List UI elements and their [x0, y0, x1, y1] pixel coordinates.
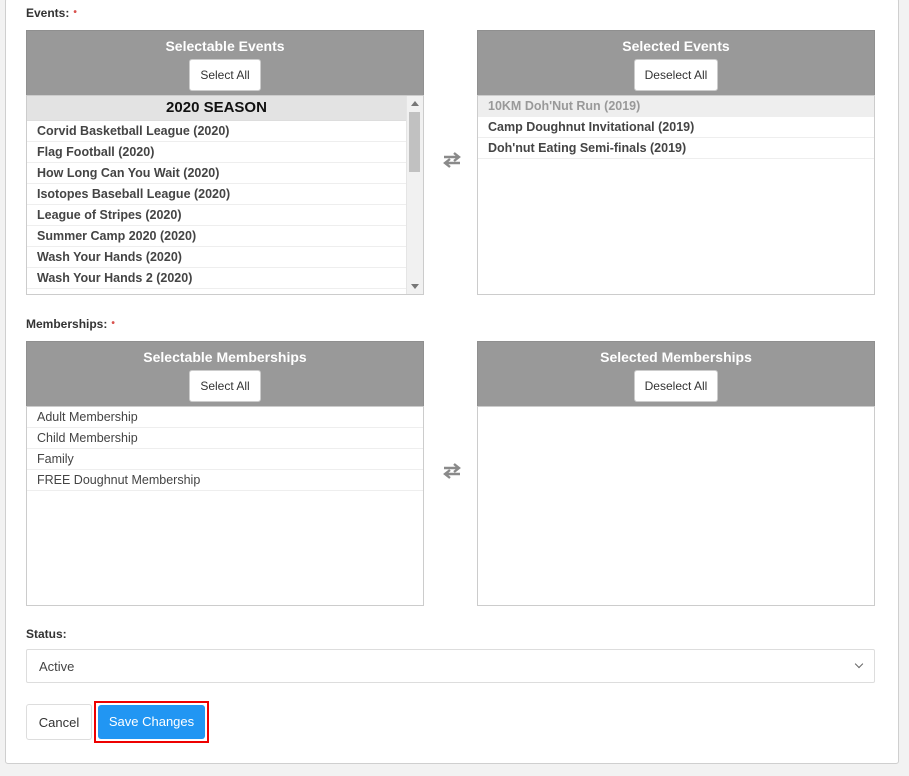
selectable-event-item[interactable]: Wash Your Hands (2020) — [27, 247, 406, 268]
select-all-events-button[interactable]: Select All — [189, 59, 261, 91]
select-all-memberships-button[interactable]: Select All — [189, 370, 261, 402]
selectable-event-item[interactable]: League of Stripes (2020) — [27, 205, 406, 226]
deselect-all-events-button[interactable]: Deselect All — [633, 59, 719, 91]
status-value: Active — [39, 659, 75, 674]
event-group-header: 2020 SEASON — [27, 96, 406, 121]
scroll-up-arrow-icon[interactable] — [411, 101, 419, 106]
form-card: Events: • Selectable Events Select All 20… — [5, 0, 899, 764]
selectable-memberships-header: Selectable Memberships Select All — [26, 341, 424, 406]
save-changes-button[interactable]: Save Changes — [98, 705, 205, 739]
selectable-event-item[interactable]: Summer Camp 2020 (2020) — [27, 226, 406, 247]
selectable-events-header: Selectable Events Select All — [26, 30, 424, 95]
selectable-events-list[interactable]: 2020 SEASON Corvid Basketball League (20… — [26, 95, 424, 295]
scroll-down-arrow-icon[interactable] — [411, 284, 419, 289]
memberships-label: Memberships: • — [26, 317, 115, 331]
selected-events-panel: Selected Events Deselect All 10KM Doh'Nu… — [477, 30, 875, 295]
selected-events-header: Selected Events Deselect All — [477, 30, 875, 95]
selectable-memberships-title: Selectable Memberships — [143, 349, 307, 365]
selectable-event-item[interactable]: Isotopes Baseball League (2020) — [27, 184, 406, 205]
selectable-event-item[interactable]: Flag Football (2020) — [27, 142, 406, 163]
selected-event-item[interactable]: Camp Doughnut Invitational (2019) — [478, 117, 874, 138]
selectable-membership-item[interactable]: Adult Membership — [27, 407, 423, 428]
selected-events-list[interactable]: 10KM Doh'Nut Run (2019) Camp Doughnut In… — [477, 95, 875, 295]
selectable-membership-item[interactable]: Family — [27, 449, 423, 470]
swap-arrows-icon — [443, 463, 461, 479]
selected-events-title: Selected Events — [622, 38, 730, 54]
selectable-membership-item[interactable]: FREE Doughnut Membership — [27, 470, 423, 491]
selected-event-item[interactable]: Doh'nut Eating Semi-finals (2019) — [478, 138, 874, 159]
status-select[interactable]: Active — [26, 649, 875, 683]
selected-memberships-panel: Selected Memberships Deselect All — [477, 341, 875, 606]
selectable-membership-item[interactable]: Child Membership — [27, 428, 423, 449]
selected-memberships-list[interactable] — [477, 406, 875, 606]
selected-memberships-title: Selected Memberships — [600, 349, 752, 365]
selectable-event-item[interactable]: Wash Your Hands 2 (2020) — [27, 268, 406, 289]
selectable-memberships-panel: Selectable Memberships Select All Adult … — [26, 341, 424, 606]
deselect-all-memberships-button[interactable]: Deselect All — [633, 370, 719, 402]
selected-event-item: 10KM Doh'Nut Run (2019) — [478, 96, 874, 117]
selectable-event-item[interactable]: How Long Can You Wait (2020) — [27, 163, 406, 184]
scroll-thumb[interactable] — [409, 112, 420, 172]
selectable-event-item[interactable]: Corvid Basketball League (2020) — [27, 121, 406, 142]
selectable-memberships-list[interactable]: Adult Membership Child Membership Family… — [26, 406, 424, 606]
swap-arrows-icon — [443, 152, 461, 168]
status-label: Status: — [26, 627, 67, 641]
events-label: Events: • — [26, 6, 77, 20]
events-scrollbar[interactable] — [406, 96, 423, 294]
selectable-events-panel: Selectable Events Select All 2020 SEASON… — [26, 30, 424, 295]
selected-memberships-header: Selected Memberships Deselect All — [477, 341, 875, 406]
cancel-button[interactable]: Cancel — [26, 704, 92, 740]
selectable-events-title: Selectable Events — [165, 38, 285, 54]
chevron-down-icon — [854, 659, 864, 669]
